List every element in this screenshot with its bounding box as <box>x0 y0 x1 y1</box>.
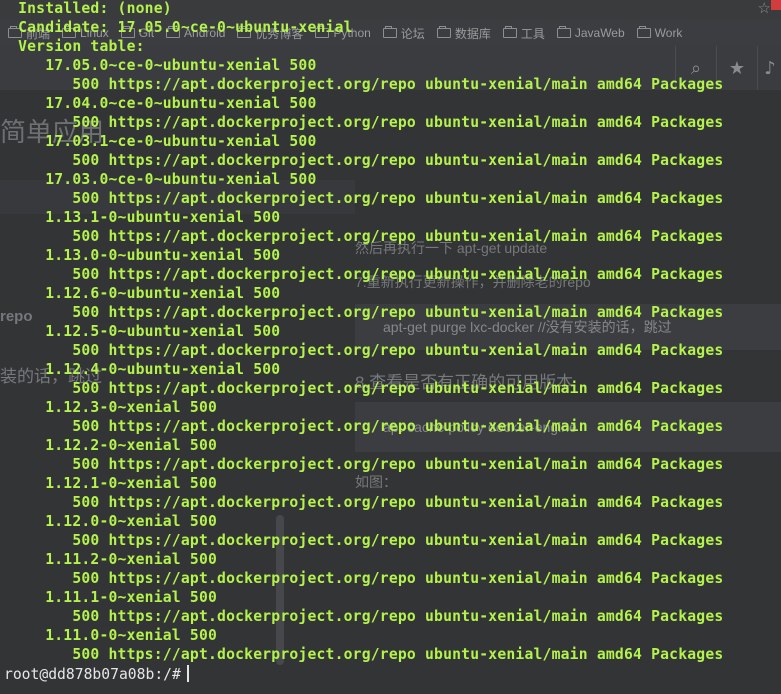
terminal-line: 500 https://apt.dockerproject.org/repo u… <box>0 456 724 473</box>
terminal-line: 1.13.1-0~ubuntu-xenial 500 <box>0 209 281 226</box>
terminal-window[interactable]: Installed: (none) Candidate: 17.05.0~ce-… <box>0 0 781 694</box>
terminal-line: Version table: <box>0 38 145 55</box>
terminal-line: 500 https://apt.dockerproject.org/repo u… <box>0 608 724 625</box>
terminal-line: 500 https://apt.dockerproject.org/repo u… <box>0 418 724 435</box>
terminal-line: 1.12.3-0~xenial 500 <box>0 399 218 416</box>
terminal-line: 500 https://apt.dockerproject.org/repo u… <box>0 152 724 169</box>
terminal-line: Candidate: 17.05.0~ce-0~ubuntu-xenial <box>0 19 353 36</box>
terminal-line: 1.12.0-0~xenial 500 <box>0 513 218 530</box>
shell-prompt[interactable]: root@dd878b07a08b:/# <box>4 665 189 683</box>
cursor-icon <box>186 665 189 682</box>
terminal-line: 1.12.5-0~ubuntu-xenial 500 <box>0 323 281 340</box>
terminal-line: 500 https://apt.dockerproject.org/repo u… <box>0 304 724 321</box>
terminal-line: 1.12.6-0~ubuntu-xenial 500 <box>0 285 281 302</box>
terminal-line: 500 https://apt.dockerproject.org/repo u… <box>0 342 724 359</box>
terminal-line: 500 https://apt.dockerproject.org/repo u… <box>0 76 724 93</box>
terminal-line: 1.13.0-0~ubuntu-xenial 500 <box>0 247 281 264</box>
terminal-line: 17.04.0~ce-0~ubuntu-xenial 500 <box>0 95 317 112</box>
terminal-line: 1.12.1-0~xenial 500 <box>0 475 218 492</box>
terminal-line: 1.11.1-0~xenial 500 <box>0 589 218 606</box>
terminal-line: 500 https://apt.dockerproject.org/repo u… <box>0 646 724 663</box>
terminal-line: 1.11.2-0~xenial 500 <box>0 551 218 568</box>
terminal-line: Installed: (none) <box>0 0 172 17</box>
terminal-line: 1.11.0-0~xenial 500 <box>0 627 218 644</box>
terminal-line: 17.03.1~ce-0~ubuntu-xenial 500 <box>0 133 317 150</box>
terminal-line: 500 https://apt.dockerproject.org/repo u… <box>0 266 724 283</box>
terminal-line: 500 https://apt.dockerproject.org/repo u… <box>0 570 724 587</box>
terminal-line: 1.12.4-0~ubuntu-xenial 500 <box>0 361 281 378</box>
terminal-line: 17.05.0~ce-0~ubuntu-xenial 500 <box>0 57 317 74</box>
terminal-line: 1.12.2-0~xenial 500 <box>0 437 218 454</box>
prompt-text: root@dd878b07a08b:/# <box>4 666 181 683</box>
terminal-line: 500 https://apt.dockerproject.org/repo u… <box>0 380 724 397</box>
terminal-line: 500 https://apt.dockerproject.org/repo u… <box>0 532 724 549</box>
terminal-line: 500 https://apt.dockerproject.org/repo u… <box>0 114 724 131</box>
terminal-line: 500 https://apt.dockerproject.org/repo u… <box>0 190 724 207</box>
terminal-line: 500 https://apt.dockerproject.org/repo u… <box>0 494 724 511</box>
terminal-line: 17.03.0~ce-0~ubuntu-xenial 500 <box>0 171 317 188</box>
terminal-line: 500 https://apt.dockerproject.org/repo u… <box>0 228 724 245</box>
